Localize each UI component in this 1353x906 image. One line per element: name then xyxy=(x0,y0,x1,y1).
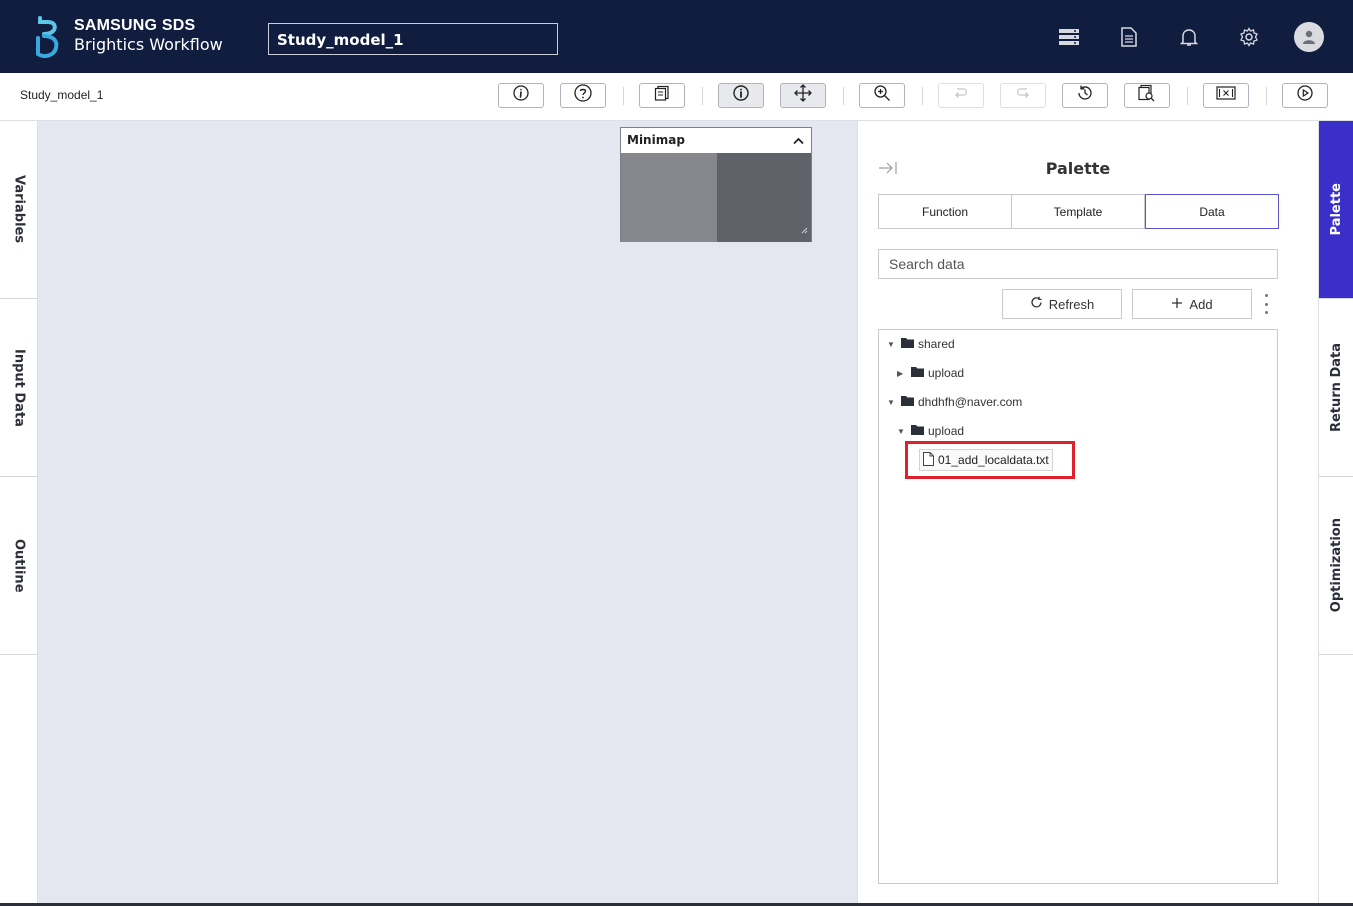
brand-name: SAMSUNG SDS Brightics Workflow xyxy=(74,18,223,53)
tree-folder-user[interactable]: ▼ dhdhfh@naver.com xyxy=(887,393,1022,411)
variable-x-icon xyxy=(1216,86,1236,105)
brand-line-1: SAMSUNG SDS xyxy=(74,17,196,34)
toolbar-divider xyxy=(1187,87,1188,105)
left-panel-tabs: Variables Input Data Outline xyxy=(0,121,38,906)
info-button[interactable] xyxy=(498,83,544,108)
tree-label: upload xyxy=(928,424,965,438)
bell-icon[interactable] xyxy=(1174,22,1204,52)
tab-return-data[interactable]: Return Data xyxy=(1319,299,1353,477)
variable-button[interactable] xyxy=(1203,83,1249,108)
search-data-input[interactable]: Search data xyxy=(878,249,1278,279)
run-button[interactable] xyxy=(1282,83,1328,108)
server-icon[interactable] xyxy=(1054,22,1084,52)
resize-handle-icon[interactable] xyxy=(800,221,808,239)
workflow-canvas[interactable]: Minimap xyxy=(38,121,857,906)
minimap-body[interactable] xyxy=(621,153,811,242)
caret-down-icon[interactable]: ▼ xyxy=(887,398,897,407)
help-icon xyxy=(574,84,592,107)
tree-label: dhdhfh@naver.com xyxy=(918,395,1023,409)
folder-icon xyxy=(901,337,914,351)
properties-toggle-button[interactable] xyxy=(718,83,764,108)
palette-panel: Palette Function Template Data Search da… xyxy=(857,121,1318,906)
info-icon xyxy=(733,85,749,106)
selection-highlight xyxy=(905,441,1075,479)
tab-template[interactable]: Template xyxy=(1012,194,1145,229)
gear-icon[interactable] xyxy=(1234,22,1264,52)
minimap-title: Minimap xyxy=(627,133,685,147)
document-search-icon xyxy=(1138,84,1156,107)
tab-label: Variables xyxy=(11,175,27,244)
caret-down-icon[interactable]: ▼ xyxy=(887,340,897,349)
add-label: Add xyxy=(1189,296,1213,312)
tree-folder-user-upload[interactable]: ▼ upload xyxy=(897,422,964,440)
tab-label: Outline xyxy=(11,538,27,593)
tab-optimization[interactable]: Optimization xyxy=(1319,477,1353,655)
pan-mode-button[interactable] xyxy=(780,83,826,108)
chevron-up-icon[interactable] xyxy=(793,134,804,148)
more-options-icon[interactable] xyxy=(1260,294,1272,314)
history-button[interactable] xyxy=(1062,83,1108,108)
history-icon xyxy=(1076,84,1094,107)
toolbar-divider xyxy=(623,87,624,105)
folder-icon xyxy=(911,424,924,438)
data-tree: ▼ shared ▶ upload ▼ dhdhfh@naver.com ▼ u… xyxy=(878,329,1278,884)
tree-label: shared xyxy=(918,337,955,351)
folder-icon xyxy=(911,366,924,380)
tab-label: Optimization xyxy=(1329,518,1344,613)
user-avatar-icon[interactable] xyxy=(1294,22,1324,52)
copy-model-button[interactable] xyxy=(639,83,685,108)
toolbar-divider xyxy=(1266,87,1267,105)
redo-button[interactable] xyxy=(1000,83,1046,108)
app-header: SAMSUNG SDS Brightics Workflow Study_mod… xyxy=(0,0,1353,73)
tree-folder-shared[interactable]: ▼ shared xyxy=(887,335,955,353)
tab-label: Return Data xyxy=(1329,342,1344,433)
palette-title: Palette xyxy=(1045,159,1111,178)
model-name-field[interactable]: Study_model_1 xyxy=(268,23,558,55)
brand-line-2: Brightics Workflow xyxy=(74,35,223,54)
move-arrows-icon xyxy=(794,84,812,107)
tab-label: Input Data xyxy=(11,348,27,427)
document-icon[interactable] xyxy=(1114,22,1144,52)
tab-palette[interactable]: Palette xyxy=(1319,121,1353,299)
caret-down-icon[interactable]: ▼ xyxy=(897,427,907,436)
undo-button[interactable] xyxy=(938,83,984,108)
brightics-logo-icon xyxy=(34,16,64,65)
refresh-label: Refresh xyxy=(1048,296,1095,312)
tree-folder-shared-upload[interactable]: ▶ upload xyxy=(897,364,964,382)
tab-label: Palette xyxy=(1329,183,1344,236)
right-panel-tabs: Palette Return Data Optimization xyxy=(1318,121,1353,906)
toolbar-divider xyxy=(702,87,703,105)
refresh-button[interactable]: Refresh xyxy=(1002,289,1122,319)
tab-outline[interactable]: Outline xyxy=(0,477,38,655)
zoom-in-icon xyxy=(873,84,891,107)
redo-icon xyxy=(1015,86,1031,105)
tab-data[interactable]: Data xyxy=(1145,194,1279,229)
toolbar: Study_model_1 xyxy=(0,73,1353,121)
help-button[interactable] xyxy=(560,83,606,108)
tab-function[interactable]: Function xyxy=(878,194,1012,229)
play-circle-icon xyxy=(1297,85,1313,106)
plus-icon xyxy=(1171,297,1183,312)
tree-label: upload xyxy=(928,366,965,380)
preview-button[interactable] xyxy=(1124,83,1170,108)
toolbar-divider xyxy=(922,87,923,105)
palette-tabs: Function Template Data xyxy=(878,194,1279,229)
minimap-viewport[interactable] xyxy=(717,153,811,242)
undo-icon xyxy=(953,86,969,105)
breadcrumb: Study_model_1 xyxy=(20,88,104,102)
caret-right-icon[interactable]: ▶ xyxy=(897,369,907,378)
tab-input-data[interactable]: Input Data xyxy=(0,299,38,477)
info-icon xyxy=(513,85,529,106)
copy-icon xyxy=(654,85,670,106)
minimap[interactable]: Minimap xyxy=(620,127,812,242)
add-button[interactable]: Add xyxy=(1132,289,1252,319)
toolbar-divider xyxy=(843,87,844,105)
folder-icon xyxy=(901,395,914,409)
zoom-button[interactable] xyxy=(859,83,905,108)
refresh-icon xyxy=(1030,296,1043,312)
minimap-header[interactable]: Minimap xyxy=(621,128,811,153)
tab-variables[interactable]: Variables xyxy=(0,121,38,299)
